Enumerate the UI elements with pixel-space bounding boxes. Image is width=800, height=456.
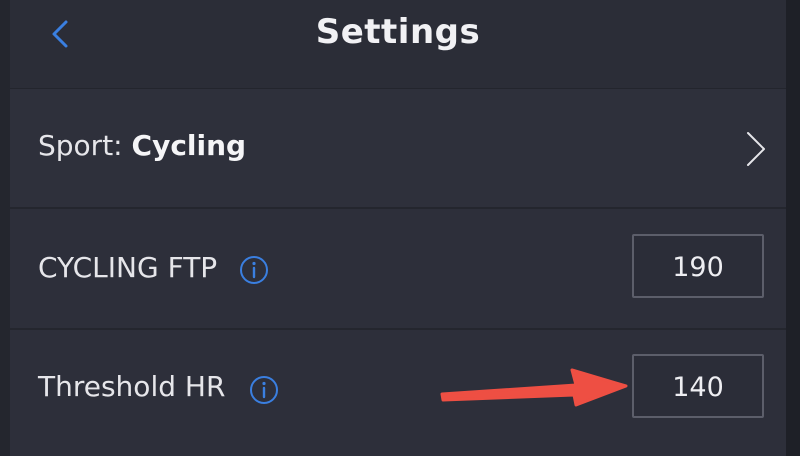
info-icon (250, 376, 278, 404)
ftp-label: CYCLING FTP (38, 251, 218, 284)
ftp-info-button[interactable] (239, 255, 269, 285)
threshold-hr-input[interactable]: 140 (632, 354, 764, 418)
ftp-input[interactable]: 190 (632, 234, 764, 298)
sport-chevron-button[interactable] (740, 127, 770, 171)
settings-panel: Settings Sport: Cycling CYCLING FTP 190 … (10, 0, 786, 456)
threshold-hr-row: Threshold HR 140 (10, 330, 786, 456)
sport-value: Cycling (131, 129, 247, 162)
chevron-right-icon (747, 132, 765, 166)
sport-row[interactable]: Sport: Cycling (10, 89, 786, 209)
threshold-hr-label: Threshold HR (38, 370, 226, 403)
sport-label: Sport: Cycling (38, 129, 246, 162)
left-edge (0, 0, 10, 456)
app-frame: Settings Sport: Cycling CYCLING FTP 190 … (0, 0, 800, 456)
info-icon (240, 256, 268, 284)
sport-prefix: Sport: (38, 129, 123, 162)
right-edge (786, 0, 800, 456)
ftp-row: CYCLING FTP 190 (10, 209, 786, 330)
threshold-hr-info-button[interactable] (249, 375, 279, 405)
header-bar: Settings (10, 0, 786, 89)
page-title: Settings (315, 12, 481, 52)
